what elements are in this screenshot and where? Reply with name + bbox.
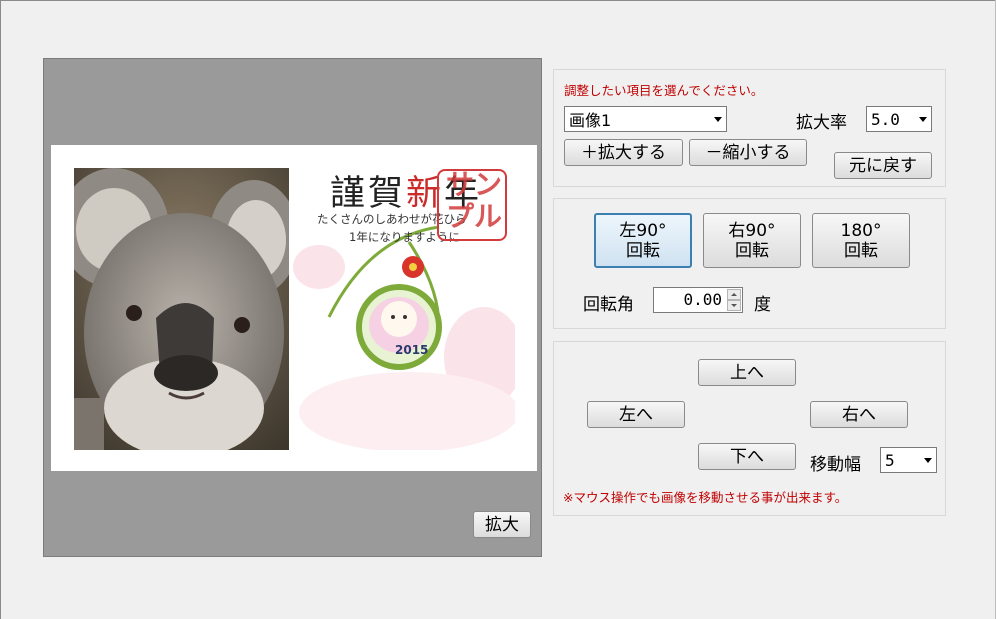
adjust-instruction: 調整したい項目を選んでください。 [564, 83, 764, 98]
window-border-top [0, 0, 996, 1]
step-select-value: 5 [885, 450, 895, 470]
rotate-left90-line2: 回転 [626, 240, 660, 261]
rotate-right90-line2: 回転 [735, 240, 769, 261]
new-year-card[interactable]: 謹賀新年 たくさんのしあわせが花ひら 1年になりますように サンプル 2015 [51, 145, 537, 471]
window-border-left [0, 0, 1, 619]
zoom-button[interactable]: 拡大 [473, 511, 531, 538]
reset-button[interactable]: 元に戻す [834, 152, 932, 179]
spin-up-icon[interactable] [727, 289, 741, 300]
preview-area[interactable]: 謹賀新年 たくさんのしあわせが花ひら 1年になりますように サンプル 2015 … [43, 58, 542, 557]
move-left-button[interactable]: 左へ [587, 401, 685, 428]
spin-down-icon[interactable] [727, 300, 741, 311]
item-select-value: 画像1 [569, 111, 612, 130]
rotate-180-button[interactable]: 180° 回転 [812, 213, 910, 268]
shrink-button[interactable]: －縮小する [689, 139, 807, 166]
scale-select-value: 5.0 [871, 109, 900, 129]
enlarge-button[interactable]: ＋拡大する [564, 139, 683, 166]
mouse-move-note: ※マウス操作でも画像を移動させる事が出来ます。 [563, 490, 848, 505]
rotate-180-line1: 180° [840, 220, 882, 241]
rotate-right90-line1: 右90° [728, 220, 776, 241]
step-select[interactable]: 5 [880, 447, 937, 473]
chevron-down-icon [919, 117, 927, 122]
rotate-left90-line1: 左90° [619, 220, 667, 241]
angle-unit: 度 [754, 295, 771, 315]
scale-select[interactable]: 5.0 [866, 106, 932, 132]
move-down-button[interactable]: 下へ [698, 443, 796, 470]
card-year: 2015 [395, 343, 429, 357]
rotate-right90-button[interactable]: 右90° 回転 [703, 213, 801, 268]
rotate-left90-button[interactable]: 左90° 回転 [594, 213, 692, 268]
step-label: 移動幅 [810, 455, 861, 475]
angle-stepper[interactable]: 0.00 [653, 287, 743, 313]
scale-label: 拡大率 [796, 113, 847, 133]
rotate-180-line2: 回転 [844, 240, 878, 261]
sample-stamp-text: サンプル [445, 168, 502, 233]
angle-value: 0.00 [683, 290, 722, 309]
koala-photo[interactable] [74, 168, 289, 450]
move-right-button[interactable]: 右へ [810, 401, 908, 428]
chevron-down-icon [714, 117, 722, 122]
move-up-button[interactable]: 上へ [698, 359, 796, 386]
chevron-down-icon [924, 458, 932, 463]
angle-label: 回転角 [583, 295, 634, 315]
item-select[interactable]: 画像1 [564, 106, 727, 132]
